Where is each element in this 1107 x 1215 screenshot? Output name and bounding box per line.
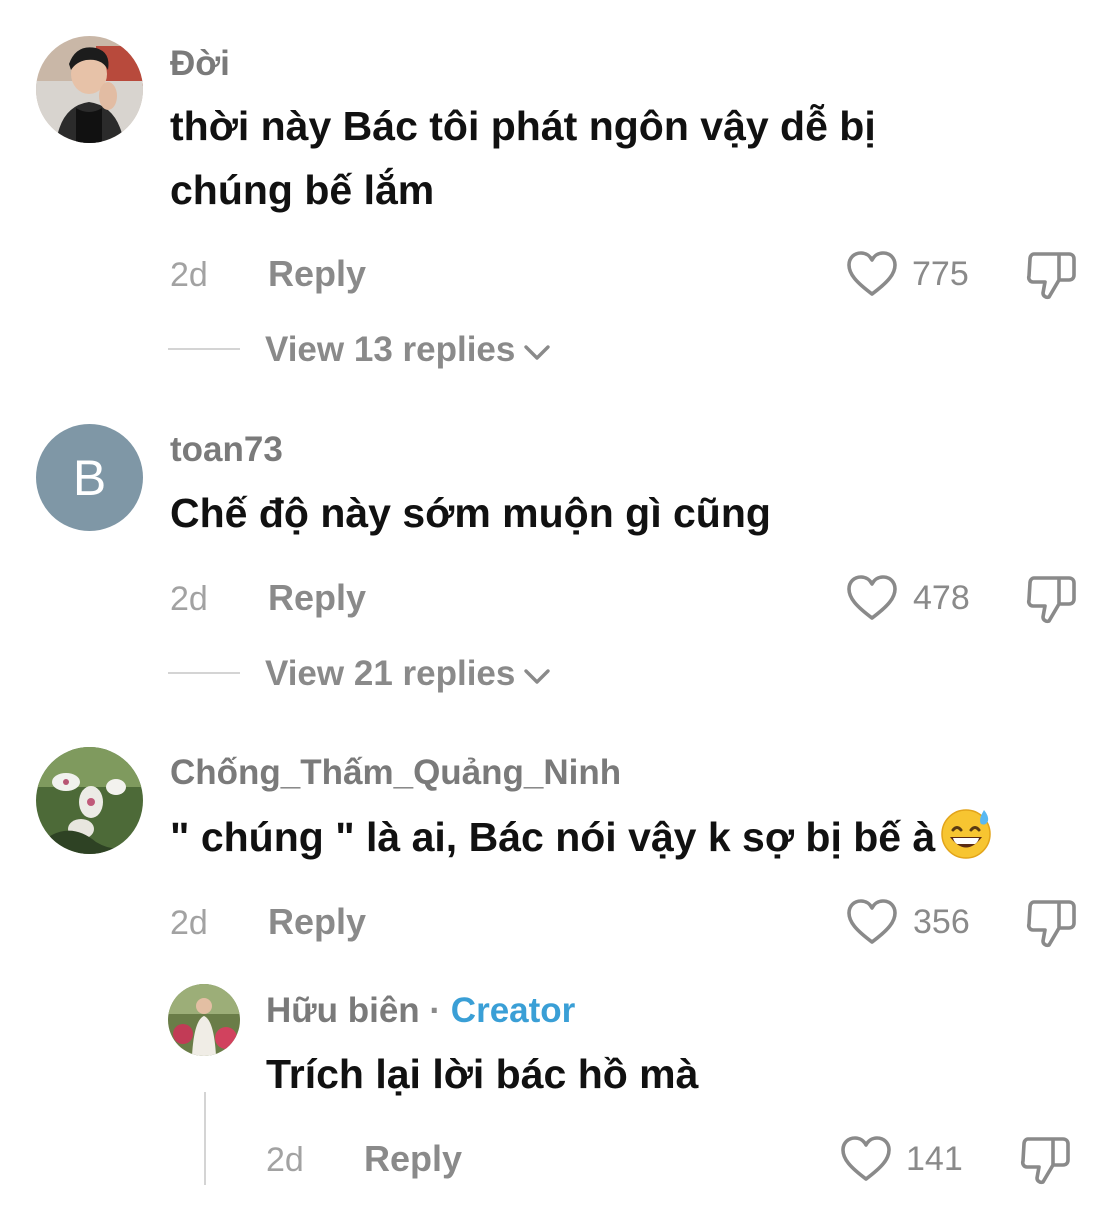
like-count: 478 [913,579,970,617]
chevron-down-icon [524,669,551,684]
flower-photo-icon [36,747,143,854]
dislike-icon[interactable] [1025,898,1077,950]
creator-badge: Creator [450,991,576,1030]
separator-dot: · [429,991,442,1030]
comment-text-line: " chúng " là ai, Bác nói vậy k sợ bị bế … [170,805,993,869]
divider [168,348,240,350]
reply-button[interactable]: Reply [364,1141,462,1177]
divider [168,672,240,674]
comment-username[interactable]: Chống_Thấm_Quảng_Ninh [170,755,621,790]
comment-text-line: thời này Bác tôi phát ngôn vậy dễ bị [170,103,876,149]
like-heart-icon[interactable] [846,898,898,946]
avatar[interactable]: B [36,424,143,531]
thread-line [204,1092,206,1185]
reply-timestamp: 2d [266,1141,304,1179]
reply-button[interactable]: Reply [268,580,366,616]
like-heart-icon[interactable] [846,250,898,298]
view-replies-button[interactable]: View 21 replies [265,656,551,691]
avatar[interactable] [36,747,143,854]
comment-timestamp: 2d [170,904,208,942]
chevron-down-icon [524,345,551,360]
view-replies-button[interactable]: View 13 replies [265,332,551,367]
reply-text: Trích lại lời bác hồ mà [266,1051,699,1097]
comment-timestamp: 2d [170,256,208,294]
comment-text-line: Chế độ này sớm muộn gì cũng [170,490,771,536]
avatar-letter: B [72,449,107,506]
reply-button[interactable]: Reply [268,256,366,292]
creator-photo-icon [168,984,240,1056]
like-heart-icon[interactable] [840,1135,892,1183]
dislike-icon[interactable] [1025,250,1077,302]
comment-username[interactable]: toan73 [170,432,283,467]
comment-timestamp: 2d [170,580,208,618]
avatar[interactable] [168,984,240,1056]
view-replies-label: View 13 replies [265,330,516,369]
like-count: 356 [913,903,970,941]
reply-username[interactable]: Hữu biên [266,991,420,1030]
grinning-sweat-emoji-icon [941,809,992,859]
reply-button[interactable]: Reply [268,904,366,940]
view-replies-label: View 21 replies [265,654,516,693]
like-count: 141 [906,1140,963,1178]
like-heart-icon[interactable] [846,574,898,622]
comment-text-line: chúng bế lắm [170,167,435,213]
comment-username[interactable]: Đời [170,46,230,81]
dislike-icon[interactable] [1019,1135,1071,1187]
comment-text: " chúng " là ai, Bác nói vậy k sợ bị bế … [170,814,936,860]
reply-username-row: Hữu biên · Creator [266,993,575,1028]
user-photo-icon [36,36,143,143]
dislike-icon[interactable] [1025,574,1077,626]
avatar[interactable] [36,36,143,143]
like-count: 775 [912,255,969,293]
